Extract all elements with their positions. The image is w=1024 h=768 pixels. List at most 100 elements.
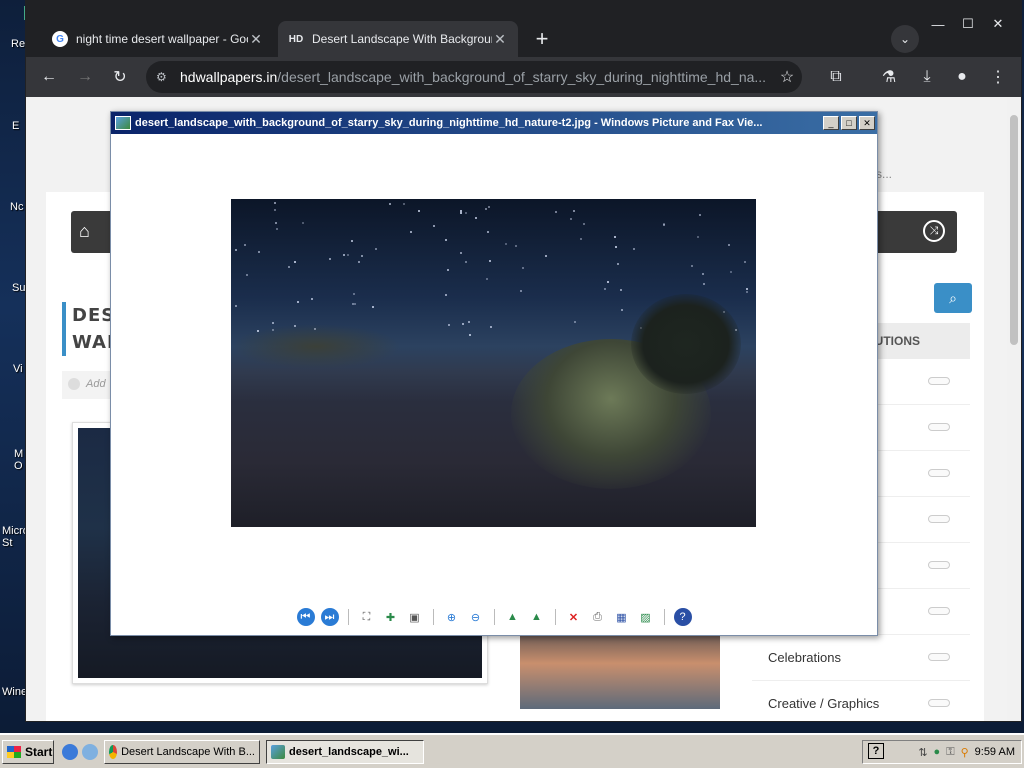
task-label: Desert Landscape With B...	[121, 745, 255, 758]
sidebar-item-celebrations[interactable]: Celebrations	[752, 635, 970, 681]
star-dot	[465, 261, 467, 263]
internet-explorer-icon[interactable]	[62, 743, 78, 760]
star-dot	[728, 244, 730, 246]
profile-avatar-icon[interactable]: ●	[948, 63, 976, 91]
desktop-label-2: E	[12, 120, 20, 132]
sidebar-item-label: Celebrations	[768, 650, 841, 665]
start-button[interactable]: Start	[2, 739, 54, 764]
count-badge	[928, 469, 950, 477]
quick-launch	[62, 743, 98, 760]
slideshow-icon[interactable]: ▣	[406, 608, 424, 626]
star-dot	[361, 255, 363, 257]
menu-dots-icon[interactable]: ⋮	[984, 63, 1012, 91]
address-bar[interactable]: ⚙ hdwallpapers.in/desert_landscape_with_…	[146, 61, 802, 93]
tab-title: Desert Landscape With Backgrour	[312, 32, 492, 46]
picture-viewer-window: desert_landscape_with_background_of_star…	[110, 111, 878, 636]
star-dot	[570, 218, 572, 220]
minimize-button[interactable]: —	[923, 15, 953, 33]
star-dot	[621, 309, 623, 311]
download-icon[interactable]: ⤓	[913, 63, 941, 91]
star-dot	[244, 244, 246, 246]
system-tray: ⇅ ● ⚿ ⚲ 9:59 AM	[862, 740, 1022, 764]
actual-size-icon[interactable]: ✚	[382, 608, 400, 626]
rotate-clockwise-icon[interactable]: ▲	[504, 608, 522, 626]
save-icon[interactable]: ▦	[613, 608, 631, 626]
viewer-toolbar: ⏮ ⏭ ⛶ ✚ ▣ ⊕ ⊖ ▲ ▲ ✕ ⎙ ▦ ▨ ?	[111, 606, 877, 628]
taskbar-button-chrome[interactable]: Desert Landscape With B...	[104, 739, 260, 764]
star-dot	[272, 322, 274, 324]
taskbar-button-picture-viewer[interactable]: desert_landscape_wi...	[266, 739, 424, 764]
star-dot	[573, 210, 575, 212]
viewer-title-bar[interactable]: desert_landscape_with_background_of_star…	[111, 112, 877, 134]
count-badge	[928, 699, 950, 707]
star-dot	[460, 212, 462, 214]
star-dot	[311, 298, 313, 300]
help-icon[interactable]: ?	[673, 608, 692, 626]
star-dot	[580, 238, 582, 240]
maximize-button[interactable]: ☐	[953, 15, 983, 33]
star-dot	[358, 261, 360, 263]
explorer-icon[interactable]	[82, 743, 98, 760]
star-dot	[468, 321, 470, 323]
bookmark-star-icon[interactable]: ☆	[772, 67, 802, 87]
star-dot	[703, 283, 705, 285]
star-dot	[469, 334, 471, 336]
star-dot	[486, 278, 488, 280]
zoom-in-icon[interactable]: ⊕	[443, 608, 461, 626]
url-text[interactable]: hdwallpapers.in/desert_landscape_with_ba…	[180, 69, 772, 85]
star-dot	[515, 245, 517, 247]
shuffle-icon[interactable]: ⤨	[923, 220, 945, 242]
tray-search-icon[interactable]: ⚲	[961, 746, 969, 759]
print-icon[interactable]: ⎙	[589, 608, 607, 626]
star-dot	[475, 217, 477, 219]
zoom-out-icon[interactable]: ⊖	[467, 608, 485, 626]
header-ellipsis: s...	[876, 167, 893, 181]
star-dot	[275, 222, 277, 224]
sidebar-item-creative-graphics[interactable]: Creative / Graphics	[752, 681, 970, 721]
new-tab-button[interactable]: +	[528, 25, 556, 53]
tab-title: night time desert wallpaper - Goog	[76, 32, 248, 46]
reload-icon[interactable]: ↻	[106, 63, 134, 91]
browser-toolbar: ← → ↻ ⚙ hdwallpapers.in/desert_landscape…	[26, 57, 1021, 97]
home-icon[interactable]: ⌂	[79, 221, 90, 242]
star-dot	[633, 248, 635, 250]
star-dot	[297, 301, 299, 303]
best-fit-icon[interactable]: ⛶	[358, 608, 376, 626]
viewer-minimize-button[interactable]: _	[823, 116, 839, 130]
delete-icon[interactable]: ✕	[565, 608, 583, 626]
star-dot	[235, 305, 237, 307]
close-tab-icon[interactable]: ✕	[492, 31, 508, 48]
next-image-icon[interactable]: ⏭	[320, 608, 339, 626]
page-scrollbar[interactable]	[1007, 97, 1021, 721]
tab-google-search[interactable]: G night time desert wallpaper - Goog ✕	[42, 21, 274, 57]
viewer-close-button[interactable]: ✕	[859, 116, 875, 130]
scrollbar-thumb[interactable]	[1010, 115, 1018, 345]
star-dot	[276, 228, 278, 230]
url-path: /desert_landscape_with_background_of_sta…	[277, 69, 767, 85]
star-dot	[730, 271, 732, 273]
close-tab-icon[interactable]: ✕	[248, 31, 264, 48]
tab-desert-landscape[interactable]: HD Desert Landscape With Backgrour ✕	[278, 21, 518, 57]
back-arrow-icon[interactable]: ←	[35, 63, 63, 91]
related-thumbnail[interactable]	[520, 633, 720, 709]
close-window-button[interactable]: ✕	[983, 15, 1013, 33]
viewer-maximize-button[interactable]: □	[841, 116, 857, 130]
labs-flask-icon[interactable]: ⚗	[875, 63, 903, 91]
star-dot	[445, 239, 447, 241]
network-icon[interactable]: ⇅	[918, 746, 927, 759]
forward-arrow-icon[interactable]: →	[71, 63, 99, 91]
tray-app-icon[interactable]: ●	[934, 746, 941, 758]
viewer-title: desert_landscape_with_background_of_star…	[135, 117, 763, 129]
star-dot	[274, 209, 276, 211]
star-dot	[617, 263, 619, 265]
search-icon[interactable]: ⌕	[934, 283, 972, 313]
site-info-icon[interactable]: ⚙	[156, 70, 180, 84]
tray-key-icon[interactable]: ⚿	[946, 746, 954, 759]
rotate-counterclockwise-icon[interactable]: ▲	[528, 608, 546, 626]
tab-search-chevron-icon[interactable]: ⌄	[891, 25, 919, 53]
extensions-icon[interactable]: ⧉	[822, 63, 850, 91]
previous-image-icon[interactable]: ⏮	[296, 608, 315, 626]
toolbar-separator	[432, 609, 434, 625]
star-dot	[489, 260, 491, 262]
edit-image-icon[interactable]: ▨	[637, 608, 655, 626]
